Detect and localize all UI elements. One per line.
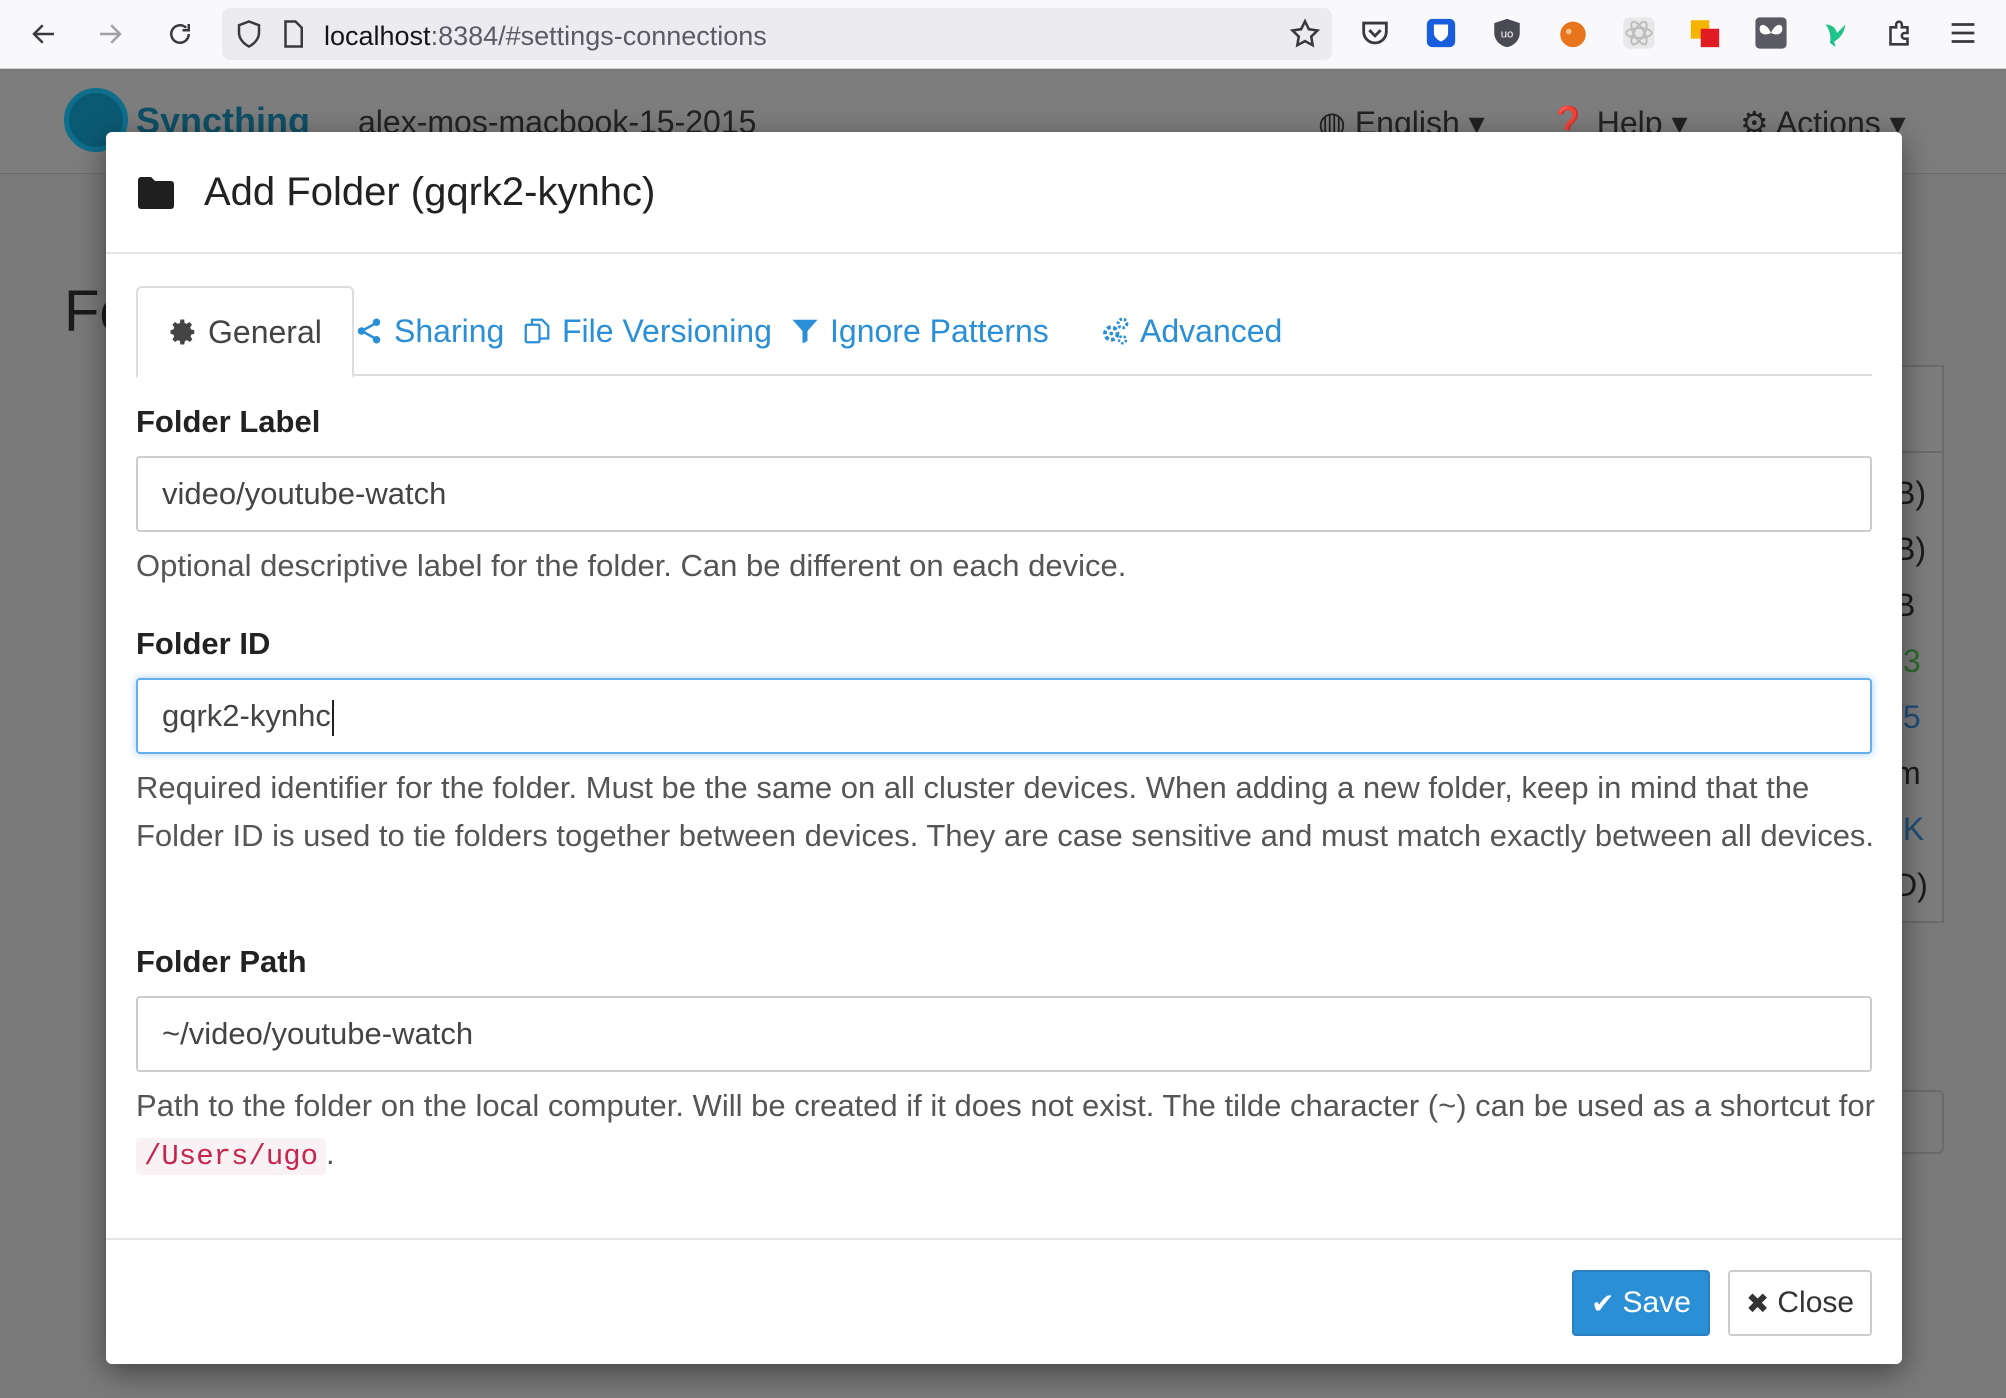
extension-butterfly-icon[interactable] <box>1752 14 1790 52</box>
folder-label-input[interactable]: video/youtube-watch <box>136 456 1872 532</box>
filter-icon <box>792 319 818 344</box>
tab-label: Advanced <box>1140 312 1283 349</box>
extensions-puzzle-icon[interactable] <box>1880 14 1918 52</box>
folder-path-input[interactable]: ~/video/youtube-watch <box>136 996 1872 1072</box>
bitwarden-icon[interactable] <box>1422 14 1460 52</box>
menu-hamburger-icon[interactable] <box>1944 14 1982 52</box>
share-icon <box>357 318 381 344</box>
add-folder-dialog: Add Folder (gqrk2-kynhc) General Sharing… <box>106 132 1902 1364</box>
close-button[interactable]: ✖ Close <box>1728 1270 1872 1336</box>
dialog-tabs: General Sharing File Versioning Ignore P… <box>136 286 1872 378</box>
pocket-icon[interactable] <box>1356 14 1394 52</box>
text-caret <box>331 699 334 736</box>
folder-path-help: Path to the folder on the local computer… <box>136 1088 1875 1175</box>
dialog-header: Add Folder (gqrk2-kynhc) <box>106 132 1902 254</box>
tab-label: File Versioning <box>562 312 772 349</box>
home-path-code: /Users/ugo <box>136 1138 327 1175</box>
folder-id-label: Folder ID <box>136 626 271 661</box>
folder-icon <box>138 177 174 209</box>
dialog-footer-divider <box>106 1238 1902 1240</box>
close-icon: ✖ <box>1745 1287 1770 1319</box>
dialog-title: Add Folder (gqrk2-kynhc) <box>204 170 656 214</box>
check-icon: ✔ <box>1591 1287 1615 1319</box>
bookmark-star-icon[interactable] <box>1288 17 1322 51</box>
arrow-right-icon <box>100 24 122 44</box>
folder-path-label: Folder Path <box>136 944 307 979</box>
url-text[interactable]: localhost:8384/#settings-connections <box>324 21 767 52</box>
gear-icon <box>170 319 195 345</box>
tab-general[interactable]: General <box>136 286 354 378</box>
gears-icon <box>1103 317 1129 345</box>
react-devtools-icon[interactable] <box>1620 14 1658 52</box>
back-button[interactable] <box>22 12 66 56</box>
url-host: localhost <box>324 21 431 51</box>
folder-id-help: Required identifier for the folder. Must… <box>136 770 1875 853</box>
tab-sharing[interactable]: Sharing <box>354 286 504 376</box>
tab-label: General <box>208 313 322 350</box>
address-bar[interactable]: localhost:8384/#settings-connections <box>222 8 1332 60</box>
reload-icon <box>170 24 190 44</box>
copy-icon <box>524 318 550 344</box>
folder-id-input[interactable]: gqrk2-kynhc <box>136 678 1872 754</box>
tab-label: Sharing <box>394 312 505 349</box>
save-button[interactable]: ✔ Save <box>1572 1270 1710 1336</box>
tab-label: Ignore Patterns <box>830 312 1049 349</box>
tab-ignore-patterns[interactable]: Ignore Patterns <box>790 286 1049 376</box>
folder-label-label: Folder Label <box>136 404 321 439</box>
reload-button[interactable] <box>158 12 202 56</box>
page-icon[interactable] <box>278 19 308 49</box>
extension-squares-icon[interactable] <box>1686 14 1724 52</box>
browser-toolbar: localhost:8384/#settings-connections uo <box>0 0 2006 69</box>
url-path: :8384/#settings-connections <box>430 21 767 51</box>
svg-text:uo: uo <box>1501 28 1514 40</box>
folder-label-help: Optional descriptive label for the folde… <box>136 548 1127 583</box>
arrow-left-icon <box>32 24 54 44</box>
extension-fox-icon[interactable] <box>1554 14 1592 52</box>
ublock-icon[interactable]: uo <box>1488 14 1526 52</box>
tab-advanced[interactable]: Advanced <box>1100 286 1282 376</box>
tab-file-versioning[interactable]: File Versioning <box>522 286 772 376</box>
extension-bird-icon[interactable] <box>1818 14 1856 52</box>
forward-button[interactable] <box>88 12 132 56</box>
shield-icon[interactable] <box>234 19 264 49</box>
